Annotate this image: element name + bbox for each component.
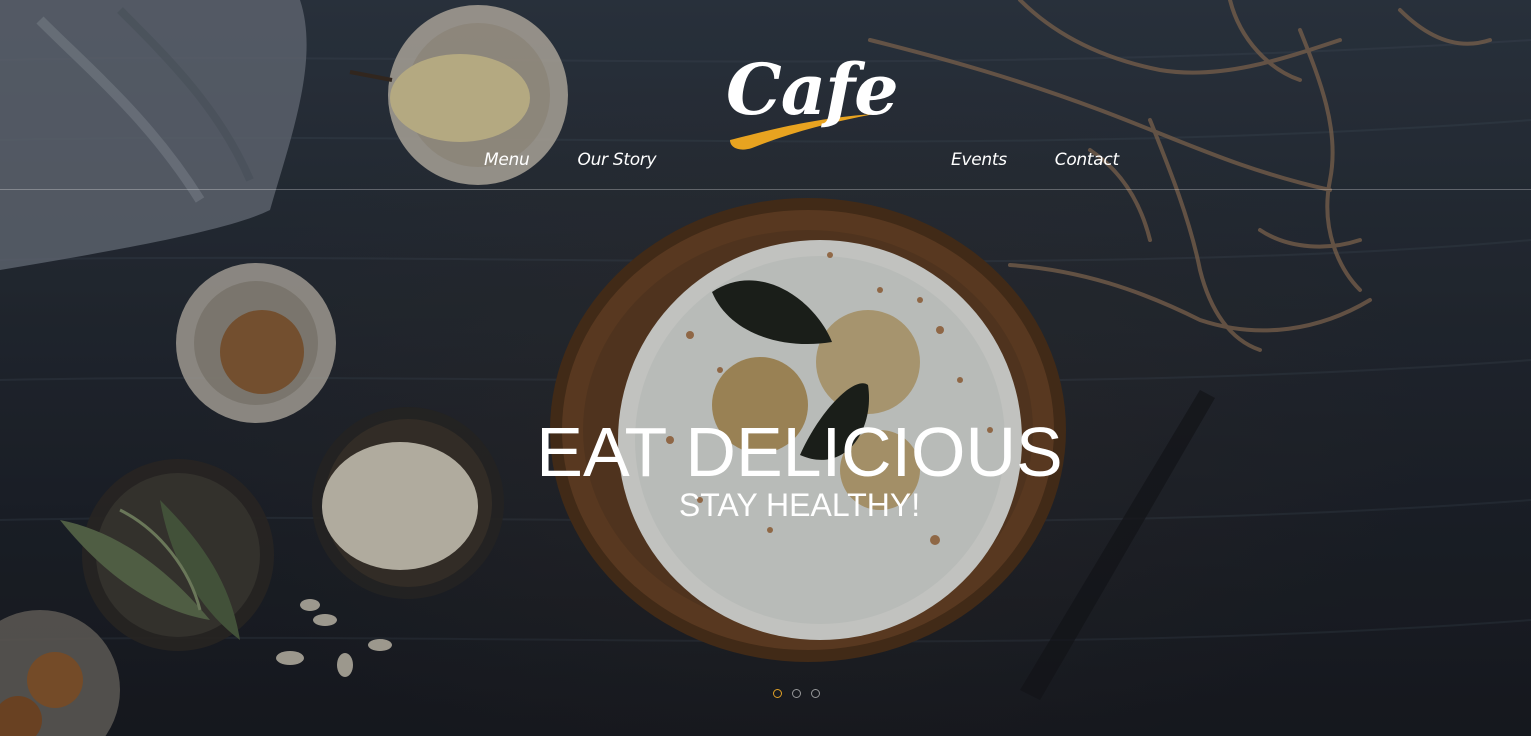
nav-link-menu[interactable]: Menu bbox=[484, 150, 530, 170]
hero-title: EAT DELICIOUS bbox=[536, 413, 1063, 491]
cafe-logo[interactable]: Cafe bbox=[722, 40, 899, 155]
logo-wordmark: Cafe bbox=[726, 48, 899, 131]
slider-dot-1[interactable] bbox=[773, 689, 782, 698]
primary-nav-right: Events Contact bbox=[951, 146, 1119, 174]
hero-subtitle: STAY HEALTHY! bbox=[678, 487, 921, 523]
hero-headline: EAT DELICIOUS STAY HEALTHY! bbox=[34, 410, 1531, 522]
hero-section: Cafe Menu Our Story Events Contact EAT D… bbox=[0, 0, 1531, 736]
slider-pagination bbox=[773, 689, 820, 698]
nav-link-our-story[interactable]: Our Story bbox=[577, 150, 656, 170]
nav-link-events[interactable]: Events bbox=[951, 150, 1007, 170]
slider-dot-3[interactable] bbox=[811, 689, 820, 698]
primary-nav-left: Menu Our Story bbox=[484, 146, 657, 174]
header-divider bbox=[0, 189, 1531, 190]
slider-dot-2[interactable] bbox=[792, 689, 801, 698]
nav-link-contact[interactable]: Contact bbox=[1055, 150, 1119, 170]
